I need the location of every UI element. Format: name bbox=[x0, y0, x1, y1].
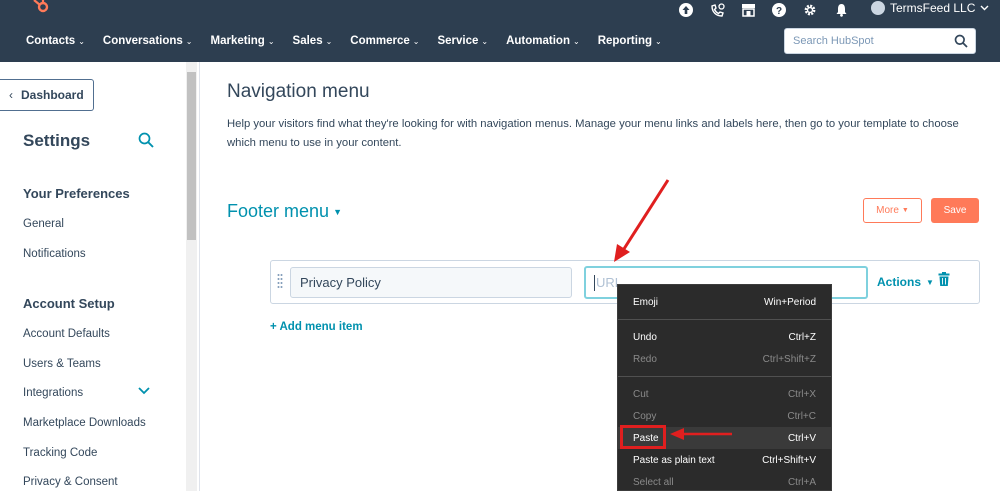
menu-selector[interactable]: Footer menu ▼ bbox=[227, 201, 342, 222]
settings-sidebar: ‹ Dashboard Settings Your Preferences Ge… bbox=[0, 62, 200, 491]
avatar bbox=[871, 1, 885, 15]
sidebar-item-integrations[interactable]: Integrations bbox=[23, 387, 83, 399]
scrollbar-thumb[interactable] bbox=[187, 72, 196, 240]
chevron-left-icon: ‹ bbox=[9, 88, 13, 102]
sidebar-item-general[interactable]: General bbox=[23, 218, 64, 230]
sidebar-item-tracking-code[interactable]: Tracking Code bbox=[23, 447, 97, 459]
ctx-item-select-all[interactable]: Select all Ctrl+A bbox=[618, 471, 831, 491]
ctx-item-cut[interactable]: Cut Ctrl+X bbox=[618, 383, 831, 405]
calling-icon[interactable] bbox=[708, 1, 726, 19]
trash-icon[interactable] bbox=[938, 272, 950, 286]
sidebar-item-users-teams[interactable]: Users & Teams bbox=[23, 358, 101, 370]
nav-commerce[interactable]: Commerce ⌄ bbox=[350, 35, 419, 47]
hubspot-logo-icon[interactable] bbox=[32, 0, 52, 18]
chevron-down-icon bbox=[980, 5, 989, 11]
main-content: Navigation menu Help your visitors find … bbox=[200, 62, 1000, 491]
ctx-item-paste-plain-text[interactable]: Paste as plain text Ctrl+Shift+V bbox=[618, 449, 831, 471]
sidebar-item-privacy-consent[interactable]: Privacy & Consent bbox=[23, 476, 118, 488]
top-utility-bar: ? TermsFeed LLC bbox=[0, 0, 1000, 20]
chevron-down-icon: ⌄ bbox=[572, 36, 580, 46]
nav-reporting[interactable]: Reporting ⌄ bbox=[598, 35, 662, 47]
save-button[interactable]: Save bbox=[931, 198, 979, 223]
nav-service[interactable]: Service ⌄ bbox=[437, 35, 488, 47]
section-your-preferences: Your Preferences bbox=[23, 186, 130, 201]
sidebar-item-marketplace-downloads[interactable]: Marketplace Downloads bbox=[23, 417, 146, 429]
chevron-down-icon: ⌄ bbox=[267, 36, 275, 46]
ctx-item-undo[interactable]: Undo Ctrl+Z bbox=[618, 326, 831, 348]
chevron-down-icon: ⌄ bbox=[78, 36, 85, 46]
sidebar-item-account-defaults[interactable]: Account Defaults bbox=[23, 328, 110, 340]
ctx-separator bbox=[618, 319, 831, 320]
nav-sales[interactable]: Sales ⌄ bbox=[293, 35, 333, 47]
ctx-separator bbox=[618, 376, 831, 377]
page-description: Help your visitors find what they're loo… bbox=[227, 118, 959, 149]
drag-handle-icon[interactable] bbox=[277, 273, 283, 291]
chevron-down-icon: ⌄ bbox=[325, 36, 333, 46]
ctx-item-copy[interactable]: Copy Ctrl+C bbox=[618, 405, 831, 427]
nav-conversations[interactable]: Conversations ⌄ bbox=[103, 35, 193, 47]
chevron-down-icon: ⌄ bbox=[481, 36, 489, 46]
account-menu[interactable]: TermsFeed LLC bbox=[871, 1, 989, 15]
sidebar-item-notifications[interactable]: Notifications bbox=[23, 248, 86, 260]
actions-dropdown[interactable]: Actions ▼ bbox=[877, 275, 934, 289]
page-title: Navigation menu bbox=[227, 81, 370, 102]
search-input[interactable] bbox=[785, 29, 945, 53]
caret-down-icon: ▼ bbox=[926, 277, 934, 287]
ctx-item-redo[interactable]: Redo Ctrl+Shift+Z bbox=[618, 348, 831, 370]
global-search bbox=[784, 28, 976, 54]
settings-gear-icon[interactable] bbox=[801, 1, 819, 19]
menu-label-field[interactable]: Privacy Policy bbox=[290, 267, 572, 298]
back-to-dashboard-button[interactable]: ‹ Dashboard bbox=[0, 79, 94, 111]
section-account-setup: Account Setup bbox=[23, 296, 115, 311]
nav-marketing[interactable]: Marketing ⌄ bbox=[211, 35, 275, 47]
chevron-down-icon: ⌄ bbox=[655, 36, 662, 46]
sidebar-scrollbar[interactable] bbox=[186, 62, 197, 491]
text-cursor bbox=[594, 274, 595, 291]
chevron-down-icon: ⌄ bbox=[185, 36, 193, 46]
chevron-down-icon: ⌄ bbox=[412, 36, 420, 46]
nav-contacts[interactable]: Contacts ⌄ bbox=[26, 35, 85, 47]
caret-down-icon: ▼ bbox=[901, 207, 909, 214]
account-name: TermsFeed LLC bbox=[890, 1, 976, 15]
add-menu-item-link[interactable]: + Add menu item bbox=[270, 321, 363, 333]
nav-automation[interactable]: Automation ⌄ bbox=[506, 35, 580, 47]
search-icon[interactable] bbox=[954, 34, 968, 48]
main-navigation: Contacts ⌄ Conversations ⌄ Marketing ⌄ Sale… bbox=[0, 20, 1000, 62]
more-button[interactable]: More ▼ bbox=[863, 198, 922, 223]
help-icon[interactable]: ? bbox=[770, 1, 788, 19]
paste-highlight-box bbox=[620, 425, 666, 449]
notifications-bell-icon[interactable] bbox=[832, 1, 850, 19]
settings-title: Settings bbox=[23, 131, 91, 150]
context-menu: Emoji Win+Period Undo Ctrl+Z Redo Ctrl+Shif… bbox=[617, 284, 832, 491]
search-icon[interactable] bbox=[138, 132, 154, 148]
caret-down-icon: ▼ bbox=[333, 206, 342, 217]
ctx-item-emoji[interactable]: Emoji Win+Period bbox=[618, 291, 831, 313]
marketplace-icon[interactable] bbox=[739, 1, 757, 19]
upgrade-icon[interactable] bbox=[677, 1, 695, 19]
chevron-down-icon[interactable] bbox=[138, 387, 150, 395]
svg-text:?: ? bbox=[776, 6, 782, 17]
